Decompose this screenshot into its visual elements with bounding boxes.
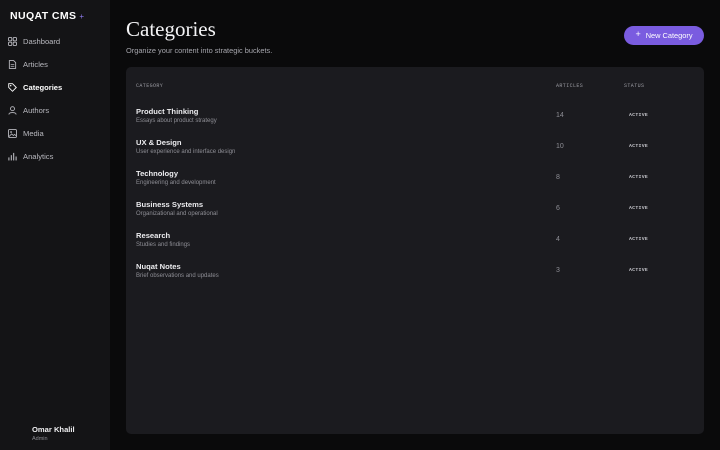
sidebar-item-label: Media [23,129,44,138]
brand-plus-icon: + [79,11,85,21]
article-count: 4 [556,236,560,243]
grid-icon [8,37,17,46]
category-name: Research [136,231,171,240]
page-subtitle: Organize your content into strategic buc… [126,46,273,55]
sidebar-item-authors[interactable]: Authors [0,99,110,122]
status-badge: ACTIVE [629,268,649,273]
status-badge: ACTIVE [629,175,649,180]
status-badge: ACTIVE [629,144,649,149]
category-name: Product Thinking [136,107,199,116]
sidebar-item-label: Dashboard [23,37,61,46]
sidebar-item-analytics[interactable]: Analytics [0,145,110,168]
category-name: Technology [136,169,179,178]
new-category-label: New Category [645,31,693,40]
category-description: Studies and findings [136,242,191,248]
sidebar-item-dashboard[interactable]: Dashboard [0,30,110,53]
category-description: User experience and interface design [136,149,236,155]
category-description: Organizational and operational [136,211,218,217]
category-description: Engineering and development [136,180,216,186]
article-count: 8 [556,174,560,181]
category-name: Business Systems [136,200,204,209]
brand-name: NUQAT CMS [10,10,77,22]
sidebar-item-label: Categories [23,83,63,92]
user-role: Admin [32,436,48,442]
user-icon [8,106,17,115]
table-row[interactable]: Research Studies and findings 4 ACTIVE [126,231,704,262]
brand-logo[interactable]: NUQAT CMS + [10,10,84,22]
status-badge: ACTIVE [629,237,649,242]
sparkle-plus-icon: + [635,28,641,39]
image-icon [8,129,17,138]
table-row[interactable]: Nuqat Notes Brief observations and updat… [126,262,704,293]
document-icon [8,60,17,69]
sidebar-nav: Dashboard Articles Categories Authors Me… [0,30,110,168]
status-badge: ACTIVE [629,206,649,211]
column-header-status[interactable]: STATUS [624,83,644,89]
column-header-category[interactable]: CATEGORY [136,83,163,89]
article-count: 14 [556,112,564,119]
categories-table: CATEGORY ARTICLES STATUS Product Thinkin… [126,67,704,434]
tag-icon [8,83,17,92]
sidebar-item-categories[interactable]: Categories [0,76,110,99]
sidebar: NUQAT CMS + Dashboard Articles Categorie… [0,0,110,450]
column-header-articles[interactable]: ARTICLES [556,83,583,89]
table-row[interactable]: Business Systems Organizational and oper… [126,200,704,231]
page-title: Categories [126,17,216,41]
user-name: Omar Khalil [32,425,75,434]
category-description: Brief observations and updates [136,273,219,279]
sidebar-item-label: Analytics [23,152,54,161]
category-description: Essays about product strategy [136,118,217,124]
user-profile[interactable]: Omar Khalil Admin [32,425,75,442]
sidebar-item-articles[interactable]: Articles [0,53,110,76]
article-count: 3 [556,267,560,274]
sidebar-item-media[interactable]: Media [0,122,110,145]
category-name: Nuqat Notes [136,262,181,271]
table-row[interactable]: Technology Engineering and development 8… [126,169,704,200]
table-row[interactable]: UX & Design User experience and interfac… [126,138,704,169]
bar-chart-icon [8,152,17,161]
category-name: UX & Design [136,138,182,147]
article-count: 6 [556,205,560,212]
table-row[interactable]: Product Thinking Essays about product st… [126,107,704,138]
sidebar-item-label: Authors [23,106,50,115]
article-count: 10 [556,143,564,150]
sidebar-item-label: Articles [23,60,48,69]
new-category-button[interactable]: + New Category [624,26,704,45]
status-badge: ACTIVE [629,113,649,118]
